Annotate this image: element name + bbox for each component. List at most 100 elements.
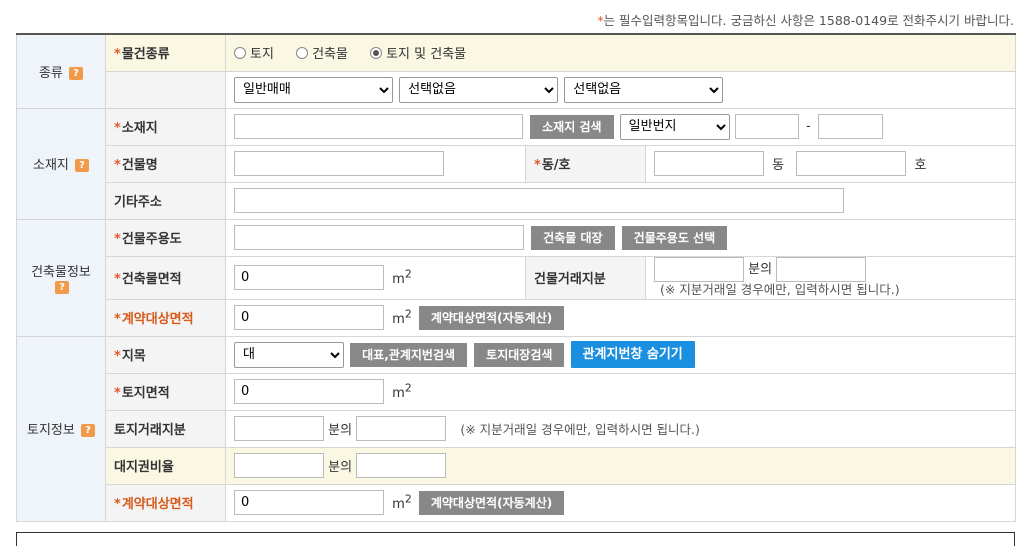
building-usage-label-text: 건물주용도: [121, 232, 182, 247]
required-mark: *: [114, 121, 121, 136]
land-contract-area-input[interactable]: [234, 490, 384, 515]
site-ratio-of-text: 분의: [328, 460, 353, 475]
empty-label: [105, 70, 226, 109]
land-category-label-text: 지목: [121, 349, 146, 364]
building-area-label-text: 건축물면적: [121, 272, 182, 287]
building-area-cell: m2: [225, 255, 526, 300]
ho-input[interactable]: [796, 151, 907, 176]
building-share-numerator-input[interactable]: [654, 256, 744, 282]
trade-type-select[interactable]: 일반매매: [234, 76, 393, 103]
building-name-input[interactable]: [234, 151, 444, 176]
dong-ho-label: *동/호: [525, 144, 646, 183]
land-share-note: (※ 지분거래일 경우에만, 입력하시면 됩니다.): [460, 422, 700, 437]
lot-sub-number-input[interactable]: [817, 114, 883, 139]
area-unit: m2: [392, 493, 412, 513]
land-contract-area-row: *계약대상면적 m2 계약대상면적(자동계산): [17, 483, 1017, 522]
subtype-select-2[interactable]: 선택없음: [564, 76, 724, 103]
contract-area-label-text: 계약대상면적: [121, 312, 194, 327]
section-type: 종류 ?: [16, 33, 106, 109]
building-share-denominator-input[interactable]: [776, 256, 867, 282]
hide-related-lots-button[interactable]: 관계지번창 숨기기: [570, 341, 695, 368]
land-area-input[interactable]: [234, 379, 384, 404]
other-address-label: 기타주소: [105, 181, 226, 220]
property-kind-radios: 토지 건축물 토지 및 건축물: [224, 33, 1017, 72]
land-area-row: *토지면적 m2: [17, 372, 1017, 411]
radio-land-and-building[interactable]: 토지 및 건축물: [370, 43, 466, 62]
building-share-note: (※ 지분거래일 경우에만, 입력하시면 됩니다.): [660, 281, 900, 297]
property-kind-text: 물건종류: [121, 47, 170, 63]
section-building-label: 건축물정보: [31, 264, 91, 280]
building-name-row: *건물명 *동/호 동 호: [17, 144, 1017, 183]
radio-land[interactable]: 토지: [234, 43, 274, 62]
property-kind-label: *물건종류: [105, 33, 226, 72]
share-of-text: 분의: [328, 423, 353, 438]
section-land-label: 토지정보: [27, 423, 75, 438]
unit-m: m: [392, 272, 405, 288]
related-lot-search-button[interactable]: 대표,관계지번검색: [350, 342, 468, 367]
unit-sup: 2: [404, 492, 412, 506]
land-share-row: 토지거래지분 분의 (※ 지분거래일 경우에만, 입력하시면 됩니다.): [17, 409, 1017, 448]
required-mark: *: [114, 158, 121, 173]
building-usage-input[interactable]: [234, 225, 524, 250]
required-mark: *: [534, 158, 541, 173]
land-area-label-text: 토지면적: [121, 386, 170, 401]
dong-ho-cell: 동 호: [644, 144, 1017, 183]
land-auto-calc-button[interactable]: 계약대상면적(자동계산): [418, 490, 565, 515]
lot-type-select[interactable]: 일반번지: [619, 113, 730, 140]
required-mark: *: [114, 497, 121, 512]
building-contract-area-row: *계약대상면적 m2 계약대상면적(자동계산): [17, 298, 1017, 337]
dong-input[interactable]: [654, 151, 764, 176]
help-icon[interactable]: ?: [75, 159, 90, 172]
lot-main-number-input[interactable]: [734, 114, 799, 139]
building-share-label: 건물거래지분: [525, 255, 646, 300]
address-row: 소재지 ? *소재지 소재지 검색 일반번지 -: [16, 107, 1017, 220]
land-category-cell: 대 대표,관계지번검색 토지대장검색 관계지번창 숨기기: [224, 335, 1017, 374]
building-name-cell: [225, 144, 526, 183]
address-label: *소재지: [105, 107, 226, 146]
land-share-numerator-input[interactable]: [234, 416, 324, 441]
unit-sup: 2: [404, 307, 412, 321]
radio-label: 토지: [250, 47, 274, 62]
dash: -: [805, 119, 811, 134]
land-contract-area-label: *계약대상면적: [105, 483, 226, 522]
site-ratio-numerator-input[interactable]: [234, 453, 324, 478]
site-ratio-denominator-input[interactable]: [356, 453, 447, 478]
radio-circle: [296, 46, 309, 59]
help-icon[interactable]: ?: [80, 424, 95, 437]
help-icon[interactable]: ?: [55, 280, 69, 294]
land-category-select[interactable]: 대: [234, 341, 344, 368]
unit-m: m: [392, 497, 405, 513]
area-unit: m2: [392, 308, 412, 327]
land-register-search-button[interactable]: 토지대장검색: [474, 342, 565, 367]
unit-sup: 2: [404, 267, 412, 281]
dong-unit: 동: [772, 158, 785, 173]
help-icon[interactable]: ?: [69, 66, 84, 80]
building-area-input[interactable]: [234, 265, 384, 290]
required-mark: *: [114, 272, 121, 287]
dong-ho-label-text: 동/호: [541, 158, 571, 173]
type-row: 종류 ? *물건종류 토지 건축물 토지 및 건축물: [16, 33, 1017, 109]
notice-text: 는 필수입력항목입니다. 궁금하신 사항은 1588-0149로 전화주시기 바…: [603, 13, 1014, 28]
building-auto-calc-button[interactable]: 계약대상면적(자동계산): [418, 305, 565, 330]
radio-building[interactable]: 건축물: [296, 43, 348, 62]
address-cell: 소재지 검색 일반번지 -: [224, 107, 1017, 146]
building-name-label-text: 건물명: [121, 158, 158, 173]
building-contract-area-cell: m2 계약대상면적(자동계산): [224, 298, 1017, 337]
subtype-select-1[interactable]: 선택없음: [399, 76, 559, 103]
other-address-input[interactable]: [234, 188, 844, 213]
land-area-label: *토지면적: [105, 372, 226, 411]
land-share-denominator-input[interactable]: [356, 416, 447, 441]
type-selects: 일반매매 선택없음 선택없음: [224, 70, 1017, 109]
address-input[interactable]: [234, 114, 523, 139]
building-usage-select-button[interactable]: 건물주용도 선택: [621, 225, 728, 250]
unit-m: m: [392, 386, 405, 402]
ho-unit: 호: [914, 158, 927, 173]
land-share-cell: 분의 (※ 지분거래일 경우에만, 입력하시면 됩니다.): [224, 409, 1017, 448]
building-contract-area-input[interactable]: [234, 305, 384, 330]
area-unit: m2: [392, 382, 412, 402]
land-category-row: 토지정보 ? * 지목 대 대표,관계지번검색 토지대장검색 관계지번창 숨기기: [16, 335, 1017, 522]
address-search-button[interactable]: 소재지 검색: [530, 114, 614, 139]
radio-label: 토지 및 건축물: [386, 47, 467, 62]
building-register-button[interactable]: 건축물 대장: [531, 225, 615, 250]
other-address-cell: [224, 181, 1017, 220]
